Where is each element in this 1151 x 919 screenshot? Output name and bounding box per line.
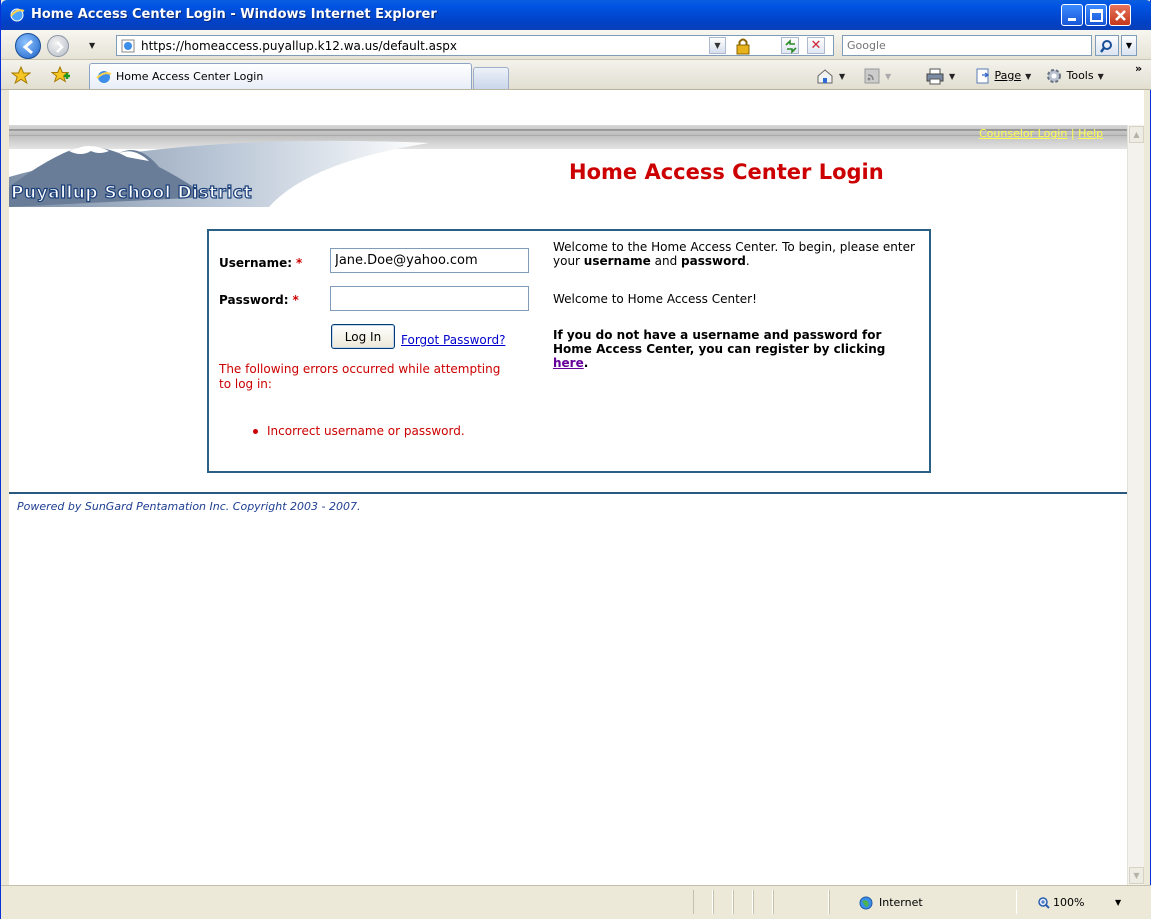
status-segment — [773, 890, 829, 914]
welcome-message: Welcome to Home Access Center! — [553, 292, 757, 306]
help-link[interactable]: Help — [1078, 127, 1103, 140]
address-bar[interactable]: https://homeaccess.puyallup.k12.wa.us/de… — [116, 35, 834, 56]
password-label-text: Password: — [219, 293, 289, 307]
register-text: If you do not have a username and passwo… — [553, 328, 886, 356]
address-toolbar: ▼ https://homeaccess.puyallup.k12.wa.us/… — [1, 30, 1151, 60]
username-input[interactable] — [330, 248, 529, 273]
welcome-instructions: Welcome to the Home Access Center. To be… — [553, 240, 923, 268]
tab-toolbar: Home Access Center Login ▼ ▼ ▼ Page ▼ Too… — [1, 60, 1151, 90]
bullet-icon — [253, 429, 258, 434]
minimize-button[interactable] — [1061, 4, 1083, 26]
tab-home-access-center[interactable]: Home Access Center Login — [89, 63, 472, 89]
globe-icon — [859, 896, 873, 910]
error-text: Incorrect username or password. — [267, 424, 465, 438]
welcome-password-word: password — [681, 254, 746, 268]
zoom-label: 100% — [1053, 896, 1085, 909]
forward-button[interactable] — [47, 35, 69, 57]
welcome-username-word: username — [583, 254, 651, 268]
register-here-link[interactable]: here — [553, 356, 584, 370]
district-name: Puyallup School District — [10, 182, 253, 203]
print-button[interactable]: ▼ — [925, 67, 955, 85]
status-segment — [733, 890, 753, 914]
refresh-button[interactable] — [781, 37, 799, 54]
required-mark: * — [292, 293, 299, 307]
tools-menu-label: Tools — [1066, 69, 1094, 82]
security-zone[interactable]: Internet — [859, 896, 923, 910]
search-button[interactable] — [1095, 35, 1119, 56]
page-top-gap — [9, 90, 1144, 125]
title-bar[interactable]: Home Access Center Login - Windows Inter… — [1, 0, 1151, 30]
new-tab-button[interactable] — [473, 67, 509, 89]
zoom-dropdown[interactable]: ▼ — [1115, 898, 1121, 907]
vertical-scrollbar[interactable]: ▲ ▼ — [1127, 125, 1144, 885]
feeds-button[interactable]: ▼ — [863, 67, 891, 85]
footer-divider — [9, 492, 1127, 494]
forgot-password-link[interactable]: Forgot Password? — [401, 333, 505, 347]
zoom-level[interactable]: 100% — [1037, 896, 1084, 910]
search-options-dropdown[interactable]: ▼ — [1121, 35, 1137, 56]
login-button[interactable]: Log In — [331, 324, 395, 349]
recent-pages-dropdown[interactable]: ▼ — [89, 41, 95, 50]
status-zone-segment — [829, 890, 1017, 914]
tools-menu[interactable]: Tools ▼ — [1045, 67, 1104, 85]
register-period: . — [583, 356, 589, 370]
page-menu[interactable]: Page ▼ — [975, 67, 1031, 85]
error-message: The following errors occurred while atte… — [219, 362, 501, 391]
register-message: If you do not have a username and passwo… — [553, 328, 923, 370]
scroll-up-button[interactable]: ▲ — [1129, 126, 1144, 143]
welcome-and: and — [650, 254, 682, 268]
home-button[interactable]: ▼ — [815, 67, 845, 85]
login-panel: Username:* Password:* Log In Forgot Pass… — [207, 229, 931, 473]
favorites-star-icon[interactable] — [10, 65, 32, 85]
close-button[interactable] — [1109, 4, 1131, 26]
ie-page-icon — [96, 69, 112, 85]
back-button[interactable] — [15, 33, 41, 59]
link-separator: | — [1070, 127, 1075, 140]
more-tools-chevron-icon[interactable]: » — [1135, 62, 1142, 75]
banner-stripe — [9, 129, 1144, 131]
password-label: Password: * — [219, 293, 299, 307]
footer-copyright: Powered by SunGard Pentamation Inc. Copy… — [17, 500, 361, 513]
scroll-down-button[interactable]: ▼ — [1129, 867, 1144, 884]
page-menu-label: Page — [994, 69, 1022, 82]
password-input[interactable] — [330, 286, 529, 311]
required-mark: * — [296, 256, 303, 270]
maximize-button[interactable] — [1085, 4, 1107, 26]
username-label-text: Username: — [219, 256, 293, 270]
page-icon — [121, 39, 135, 53]
welcome-period: . — [745, 254, 750, 268]
status-segment — [693, 890, 713, 914]
status-bar: Internet 100% ▼ — [1, 885, 1151, 919]
banner-stripe — [9, 135, 1144, 136]
zoom-icon — [1038, 897, 1050, 909]
page-title: Home Access Center Login — [569, 160, 884, 184]
address-url[interactable]: https://homeaccess.puyallup.k12.wa.us/de… — [141, 39, 457, 53]
username-label: Username: * — [219, 256, 302, 270]
status-segment — [713, 890, 733, 914]
stop-button[interactable]: ✕ — [807, 37, 825, 54]
browser-window: Home Access Center Login - Windows Inter… — [0, 0, 1151, 919]
search-input[interactable] — [847, 38, 1087, 53]
counselor-login-link[interactable]: Counselor Login — [979, 127, 1067, 140]
search-box[interactable] — [842, 35, 1092, 56]
status-segment — [753, 890, 773, 914]
address-dropdown[interactable]: ▼ — [709, 37, 726, 54]
add-favorites-icon[interactable] — [50, 65, 71, 85]
tab-label: Home Access Center Login — [116, 70, 264, 83]
window-title: Home Access Center Login - Windows Inter… — [31, 7, 437, 22]
zone-label: Internet — [879, 896, 923, 909]
header-links: Counselor Login | Help — [979, 127, 1103, 140]
ie-icon — [9, 7, 25, 23]
error-list-item: Incorrect username or password. — [253, 424, 465, 438]
lock-icon[interactable] — [734, 37, 752, 55]
